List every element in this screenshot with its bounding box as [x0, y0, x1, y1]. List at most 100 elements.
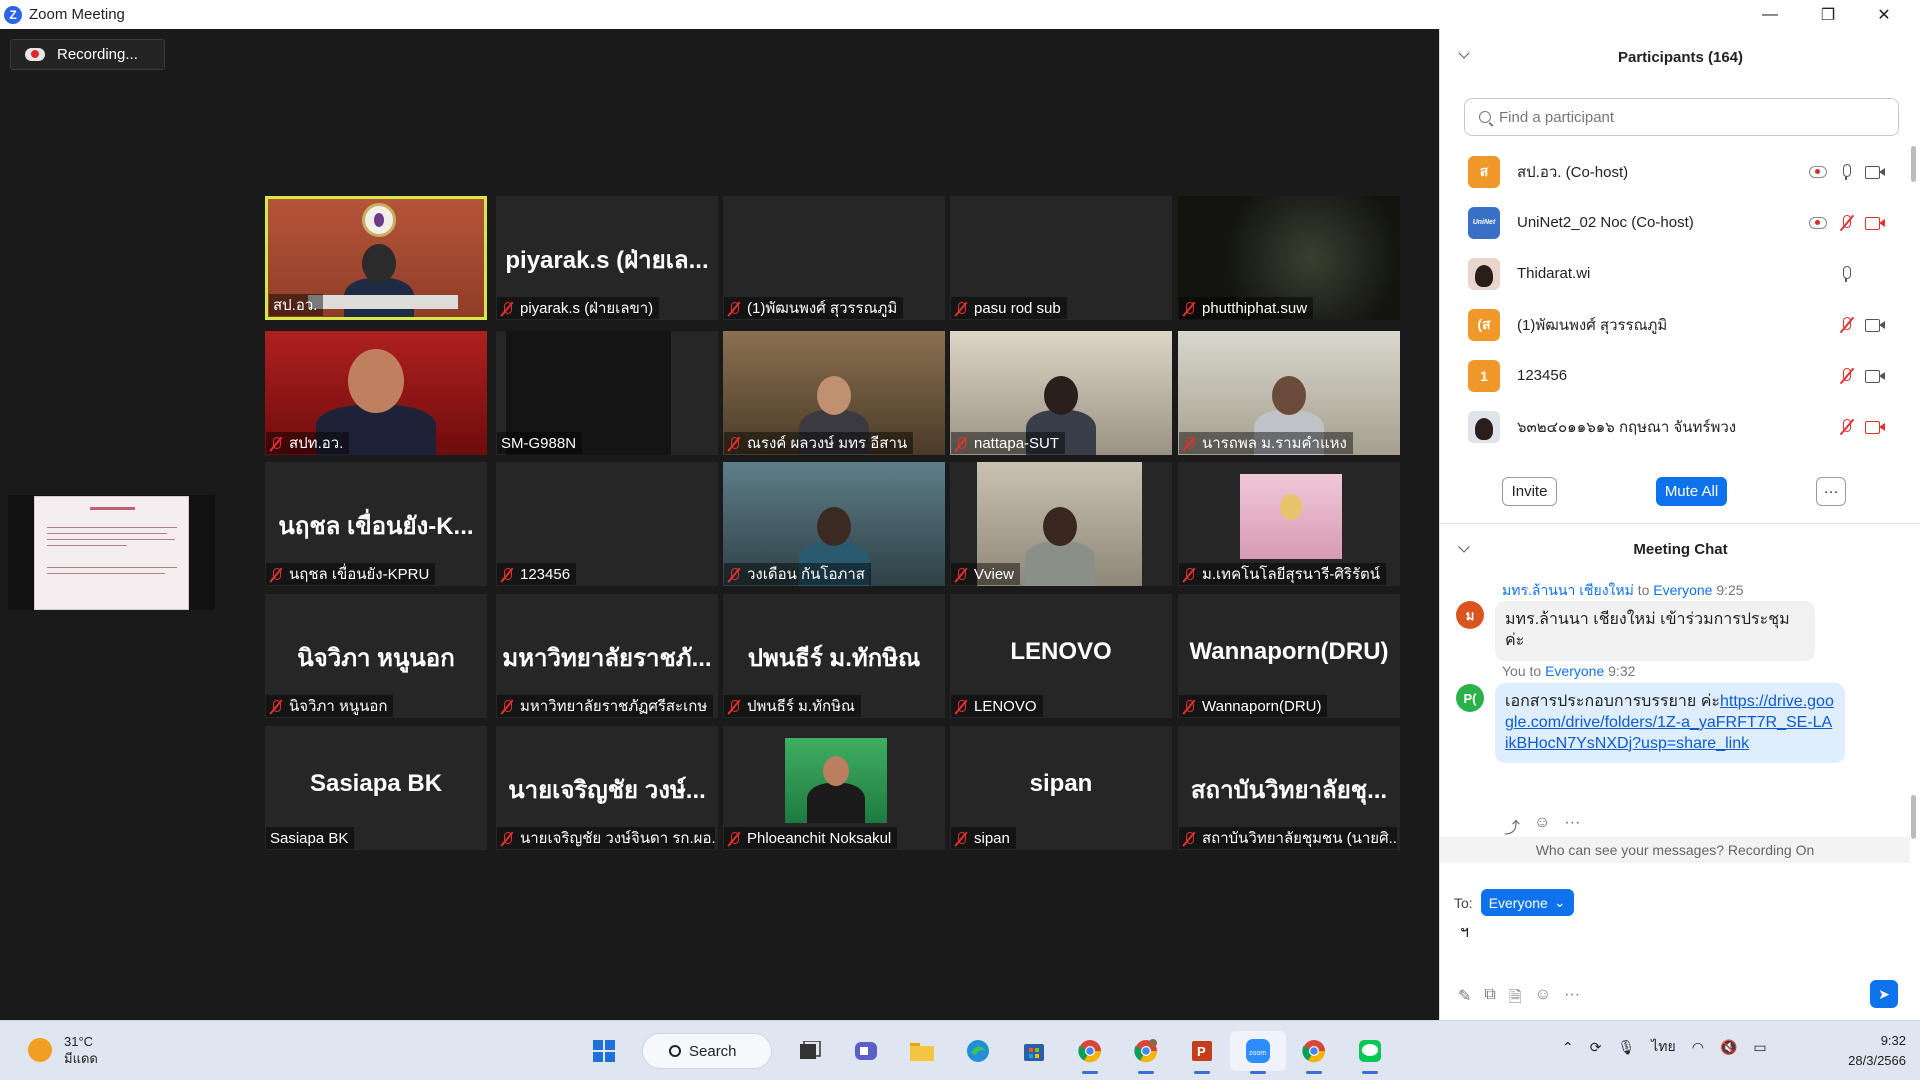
store-icon[interactable]	[1006, 1031, 1062, 1071]
mic-icon[interactable]	[1841, 163, 1851, 180]
privacy-notice[interactable]: Who can see your messages? Recording On	[1440, 837, 1910, 863]
participant-video-tile[interactable]: สปท.อว.	[265, 331, 487, 455]
invite-button[interactable]: Invite	[1502, 477, 1557, 506]
participant-video-tile[interactable]: ปพนธีร์ ม.ทักษิณ ปพนธีร์ ม.ทักษิณ	[723, 594, 945, 718]
participant-video-tile[interactable]: ณรงค์ ผลวงษ์ มทร อีสาน	[723, 331, 945, 455]
participant-video-tile[interactable]: ม.เทคโนโลยีสุรนารี-ศิริรัตน์	[1178, 462, 1400, 586]
participant-video-tile[interactable]: Vview	[950, 462, 1172, 586]
language-indicator[interactable]: ไทย	[1651, 1036, 1675, 1058]
participant-row[interactable]: ๖๓๒๔๐๑๑๖๑๖ กฤษณา จันทร์พวง	[1440, 401, 1910, 452]
participant-name-label: SM-G988N	[497, 432, 583, 454]
participant-search[interactable]	[1464, 98, 1899, 136]
participant-video-tile[interactable]: phutthiphat.suw	[1178, 196, 1400, 320]
taskbar-clock[interactable]: 9:32 28/3/2566	[1848, 1031, 1906, 1071]
chat-scrollbar[interactable]	[1911, 795, 1916, 839]
windows-start-icon[interactable]	[576, 1031, 632, 1071]
participant-video-tile[interactable]: สถาบันวิทยาลัยชุ... สถาบันวิทยาลัยชุมชน (…	[1178, 726, 1400, 850]
mute-all-button[interactable]: Mute All	[1656, 477, 1727, 506]
format-icon[interactable]: ✎	[1458, 986, 1471, 1013]
emoji-icon[interactable]: ☺	[1535, 986, 1551, 1013]
camera-off-icon[interactable]	[1865, 216, 1885, 230]
mic-icon[interactable]	[1841, 265, 1851, 282]
participant-video-tile[interactable]: สป.อว.	[265, 196, 487, 320]
participant-video-tile[interactable]: sipan sipan	[950, 726, 1172, 850]
sync-icon[interactable]: ⟳	[1590, 1039, 1602, 1056]
weather-temp: 31°C	[64, 1034, 94, 1049]
participant-video-tile[interactable]: (1)พัฒนพงศ์ สุวรรณภูมิ	[723, 196, 945, 320]
participant-row[interactable]: Thidarat.wi	[1440, 248, 1910, 299]
more-icon[interactable]: ···	[1564, 986, 1580, 1013]
chrome-2-icon[interactable]	[1286, 1031, 1342, 1074]
powerpoint-icon[interactable]: P	[1174, 1031, 1230, 1074]
participant-video-tile[interactable]: Sasiapa BK Sasiapa BK	[265, 726, 487, 850]
meet-icon[interactable]	[838, 1031, 894, 1071]
participant-row[interactable]: (ส (1)พัฒนพงศ์ สุวรรณภูมิ	[1440, 299, 1910, 350]
chrome-profile-icon[interactable]	[1118, 1031, 1174, 1074]
participant-name-label: นิจวิภา หนูนอก	[266, 695, 394, 717]
participant-video-tile[interactable]: 123456	[496, 462, 718, 586]
participant-video-tile[interactable]: นฤชล เขื่อนยัง-K... นฤชล เขื่อนยัง-KPRU	[265, 462, 487, 586]
participant-video-tile[interactable]: pasu rod sub	[950, 196, 1172, 320]
mic-muted-icon[interactable]	[1841, 367, 1851, 384]
volume-muted-icon[interactable]: 🔇	[1720, 1039, 1737, 1056]
line-icon[interactable]	[1342, 1031, 1398, 1074]
participant-video-tile[interactable]: วงเดือน กันโอภาส	[723, 462, 945, 586]
task-view-icon[interactable]	[782, 1031, 838, 1071]
weather-widget[interactable]: 31°C มีแดด	[28, 1033, 98, 1067]
camera-off-icon[interactable]	[1865, 420, 1885, 434]
screenshot-icon[interactable]: ⧉	[1484, 986, 1495, 1013]
more-options-button[interactable]: ···	[1816, 477, 1846, 506]
camera-icon[interactable]	[1865, 369, 1885, 383]
chat-compose-input[interactable]	[1460, 923, 1890, 941]
participant-video-tile[interactable]: นารถพล ม.รามคำแหง	[1178, 331, 1400, 455]
participant-list-name: UniNet2_02 Noc (Co-host)	[1517, 214, 1694, 231]
maximize-button[interactable]: ❐	[1801, 0, 1855, 29]
participant-video-tile[interactable]: Wannaporn(DRU) Wannaporn(DRU)	[1178, 594, 1400, 718]
participant-row[interactable]: UniNet UniNet2_02 Noc (Co-host)	[1440, 197, 1910, 248]
mic-muted-icon[interactable]	[1841, 214, 1851, 231]
participant-name: ณรงค์ ผลวงษ์ มทร อีสาน	[747, 435, 908, 452]
chrome-icon[interactable]	[1062, 1031, 1118, 1074]
collapse-chat-icon[interactable]	[1458, 541, 1470, 553]
participant-video-tile[interactable]: Phloeanchit Noksakul	[723, 726, 945, 850]
mic-muted-icon[interactable]	[1841, 316, 1851, 333]
wifi-icon[interactable]: ◠	[1692, 1039, 1704, 1056]
edge-icon[interactable]	[950, 1031, 1006, 1071]
emoji-react-icon[interactable]: ☺	[1534, 814, 1550, 838]
taskbar-search[interactable]: Search	[642, 1033, 772, 1069]
microphone-icon[interactable]: 🎙	[1617, 1039, 1635, 1056]
participant-list[interactable]: ส สป.อว. (Co-host) UniNet UniNet2_02 Noc (C…	[1440, 146, 1910, 457]
participant-row[interactable]: 1 123456	[1440, 350, 1910, 401]
reply-icon[interactable]: ⤴	[1504, 814, 1520, 838]
more-icon[interactable]: ···	[1564, 814, 1580, 838]
participant-row[interactable]: ส สป.อว. (Co-host)	[1440, 146, 1910, 197]
participant-video-tile[interactable]: piyarak.s (ฝ่ายเล... piyarak.s (ฝ่ายเลขา)	[496, 196, 718, 320]
chat-message-bubble: มทร.ล้านนา เชียงใหม่ เข้าร่วมการประชุมค่…	[1495, 601, 1815, 661]
participant-video-tile[interactable]: SM-G988N	[496, 331, 718, 455]
message-to-word: to	[1637, 582, 1650, 598]
participant-search-input[interactable]	[1499, 108, 1879, 126]
recording-indicator[interactable]: Recording...	[10, 39, 165, 70]
participant-list-scrollbar[interactable]	[1911, 146, 1916, 182]
camera-icon[interactable]	[1865, 318, 1885, 332]
participant-video-tile[interactable]: nattapa-SUT	[950, 331, 1172, 455]
chevron-up-icon[interactable]: ⌃	[1562, 1039, 1574, 1056]
message-sender[interactable]: มทร.ล้านนา เชียงใหม่	[1502, 582, 1634, 598]
participant-video-tile[interactable]: LENOVO LENOVO	[950, 594, 1172, 718]
participant-video-tile[interactable]: นิจวิภา หนูนอก นิจวิภา หนูนอก	[265, 594, 487, 718]
zoom-icon[interactable]: zoom	[1230, 1031, 1286, 1074]
battery-icon[interactable]: ▭	[1753, 1039, 1766, 1056]
file-icon[interactable]: 🗎	[1509, 986, 1522, 1013]
minimize-button[interactable]: —	[1743, 0, 1797, 29]
participant-video-tile[interactable]: มหาวิทยาลัยราชภั... มหาวิทยาลัยราชภัฏศรีส…	[496, 594, 718, 718]
file-explorer-icon[interactable]	[894, 1031, 950, 1071]
shared-screen-thumbnail[interactable]	[8, 495, 215, 610]
camera-icon[interactable]	[1865, 165, 1885, 179]
close-button[interactable]: ✕	[1857, 0, 1911, 29]
mic-muted-icon[interactable]	[1841, 418, 1851, 435]
send-button[interactable]: ➤	[1870, 980, 1898, 1008]
collapse-participants-icon[interactable]	[1458, 47, 1470, 59]
participant-video-tile[interactable]: นายเจริญชัย วงษ์... นายเจริญชัย วงษ์จินดา…	[496, 726, 718, 850]
participant-name-label: นายเจริญชัย วงษ์จินดา รก.ผอ....	[497, 827, 715, 849]
recipient-dropdown[interactable]: Everyone ⌄	[1480, 889, 1574, 916]
